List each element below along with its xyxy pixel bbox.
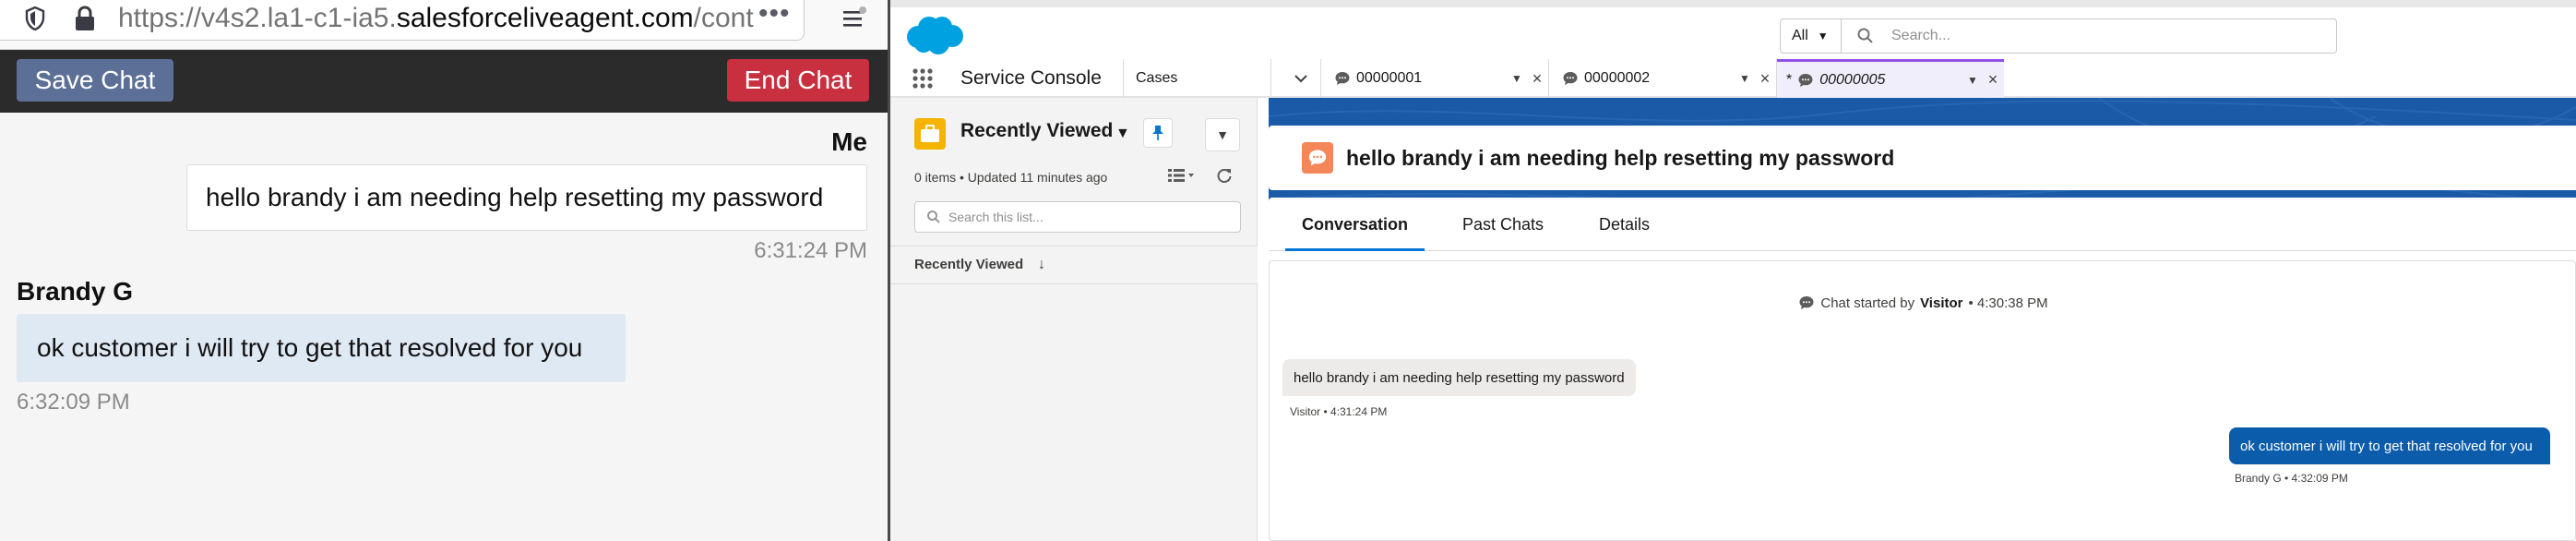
workspace-tab[interactable]: 00000002 ▼ × [1549, 59, 1776, 98]
tab-label: 00000005 [1819, 71, 1886, 88]
refresh-icon[interactable] [1211, 162, 1237, 188]
chevron-down-icon: ▼ [1817, 30, 1829, 42]
record-title: hello brandy i am needing help resetting… [1346, 146, 1895, 170]
message-timestamp: 6:31:24 PM [754, 238, 867, 263]
shield-icon[interactable] [17, 0, 54, 37]
briefcase-icon [914, 118, 946, 150]
url-prefix: https://v4s2.la1-c1-ia5. [118, 3, 397, 33]
chat-started-prefix: Chat started by [1820, 295, 1915, 311]
tab-label: 00000002 [1584, 70, 1651, 86]
record-tabs-card: Conversation Past Chats Details Chat sta… [1269, 198, 2576, 541]
search-icon [926, 210, 941, 224]
visitor-message-bubble: hello brandy i am needing help resetting… [1282, 359, 1636, 396]
record-tab-bar: Conversation Past Chats Details [1269, 198, 2576, 251]
global-search: All ▼ Search... [1780, 18, 2337, 54]
chat-started-by: Visitor [1920, 295, 1963, 311]
chevron-down-icon[interactable] [1282, 59, 1320, 98]
chevron-down-icon[interactable]: ▼ [1508, 72, 1526, 85]
url-text[interactable]: https://v4s2.la1-c1-ia5.salesforceliveag… [118, 2, 755, 35]
unsaved-indicator: * [1786, 71, 1793, 88]
tab-label: 00000001 [1356, 70, 1423, 86]
browser-toolbar: https://v4s2.la1-c1-ia5.salesforceliveag… [0, 0, 888, 50]
list-column-header[interactable]: Recently Viewed ↓ [890, 246, 1258, 284]
chat-icon [1302, 142, 1333, 174]
global-header: All ▼ Search... [890, 0, 2576, 59]
list-view-meta: 0 items • Updated 11 minutes ago [914, 170, 1108, 185]
conversation-transcript: Chat started by Visitor • 4:30:38 PM hel… [1269, 260, 2576, 541]
agent-message-bubble: ok customer i will try to get that resol… [2229, 427, 2550, 464]
url-domain: salesforceliveagent.com [396, 3, 694, 33]
message-meta: Visitor • 4:31:24 PM [1290, 405, 1388, 418]
list-search-placeholder: Search this list... [948, 210, 1044, 224]
tab-details[interactable]: Details [1582, 198, 1666, 251]
tab-past-chats[interactable]: Past Chats [1446, 198, 1560, 251]
list-search-input[interactable]: Search this list... [914, 201, 1241, 233]
object-menu[interactable]: Cases [1123, 59, 1282, 98]
chat-started-line: Chat started by Visitor • 4:30:38 PM [1270, 295, 2576, 311]
record-header: hello brandy i am needing help resetting… [1269, 126, 2576, 190]
close-icon[interactable]: × [1982, 70, 2004, 90]
message-meta: Brandy G • 4:32:09 PM [2235, 472, 2348, 485]
url-bar[interactable]: https://v4s2.la1-c1-ia5.salesforceliveag… [0, 0, 805, 41]
list-view-title[interactable]: Recently Viewed [960, 120, 1113, 142]
pin-icon[interactable] [1143, 118, 1173, 148]
nav-separator [1270, 59, 1271, 98]
list-view: Recently Viewed ▼ ▼ 0 items • Updated 11… [890, 98, 1258, 541]
message-sender: Brandy G [17, 277, 134, 306]
tab-conversation[interactable]: Conversation [1285, 198, 1425, 251]
chevron-down-icon[interactable]: ▼ [1963, 74, 1982, 87]
app-name: Service Console [960, 67, 1102, 89]
chevron-down-icon[interactable]: ▼ [1735, 72, 1754, 85]
workspace-tab-active[interactable]: * 00000005 ▼ × [1777, 59, 2004, 98]
navigation-bar: Service Console Cases 00000001 ▼ × 00000… [890, 59, 2576, 98]
incoming-message: ok customer i will try to get that resol… [17, 314, 626, 382]
chat-started-time: • 4:30:38 PM [1968, 295, 2048, 311]
chat-toolbar: Save Chat End Chat [0, 50, 888, 113]
chevron-down-icon[interactable]: ▼ [1115, 126, 1130, 142]
chat-log: Me hello brandy i am needing help resett… [0, 113, 888, 541]
save-chat-button[interactable]: Save Chat [17, 59, 173, 102]
hamburger-menu-icon[interactable] [836, 0, 873, 37]
search-input[interactable]: Search... [1891, 19, 1950, 53]
chat-icon [1799, 296, 1814, 309]
chat-icon [1335, 72, 1350, 85]
chevron-down-icon: ▼ [1216, 127, 1229, 142]
close-icon[interactable]: × [1754, 69, 1776, 89]
service-console: All ▼ Search... Service Console Cases 00… [890, 0, 2576, 541]
end-chat-button[interactable]: End Chat [727, 59, 869, 102]
message-timestamp: 6:32:09 PM [17, 390, 130, 415]
close-icon[interactable]: × [1526, 69, 1548, 89]
lock-icon[interactable] [66, 0, 103, 37]
list-view-panel: Recently Viewed ▼ ▼ 0 items • Updated 11… [890, 98, 1258, 541]
page-actions-button[interactable]: ••• [758, 0, 791, 33]
chat-icon [1563, 72, 1578, 85]
visitor-chat-window: https://v4s2.la1-c1-ia5.salesforceliveag… [0, 0, 888, 541]
record-workspace: hello brandy i am needing help resetting… [1269, 98, 2576, 541]
column-label: Recently Viewed [914, 257, 1024, 272]
search-scope-value: All [1792, 28, 1808, 43]
message-sender: Me [831, 127, 867, 156]
salesforce-logo[interactable] [903, 15, 964, 57]
list-display-icon[interactable] [1165, 162, 1199, 188]
chat-icon [1798, 73, 1813, 87]
sort-arrow-icon[interactable]: ↓ [1038, 246, 1045, 283]
outgoing-message: hello brandy i am needing help resetting… [186, 164, 867, 231]
screen-root: https://v4s2.la1-c1-ia5.salesforceliveag… [0, 0, 2576, 541]
workspace-tab[interactable]: 00000001 ▼ × [1321, 59, 1548, 98]
search-scope-select[interactable]: All ▼ [1781, 19, 1842, 53]
search-icon [1856, 27, 1875, 45]
app-launcher-icon[interactable] [912, 68, 933, 89]
url-suffix: /conte [693, 3, 755, 33]
list-view-menu-button[interactable]: ▼ [1205, 118, 1240, 151]
